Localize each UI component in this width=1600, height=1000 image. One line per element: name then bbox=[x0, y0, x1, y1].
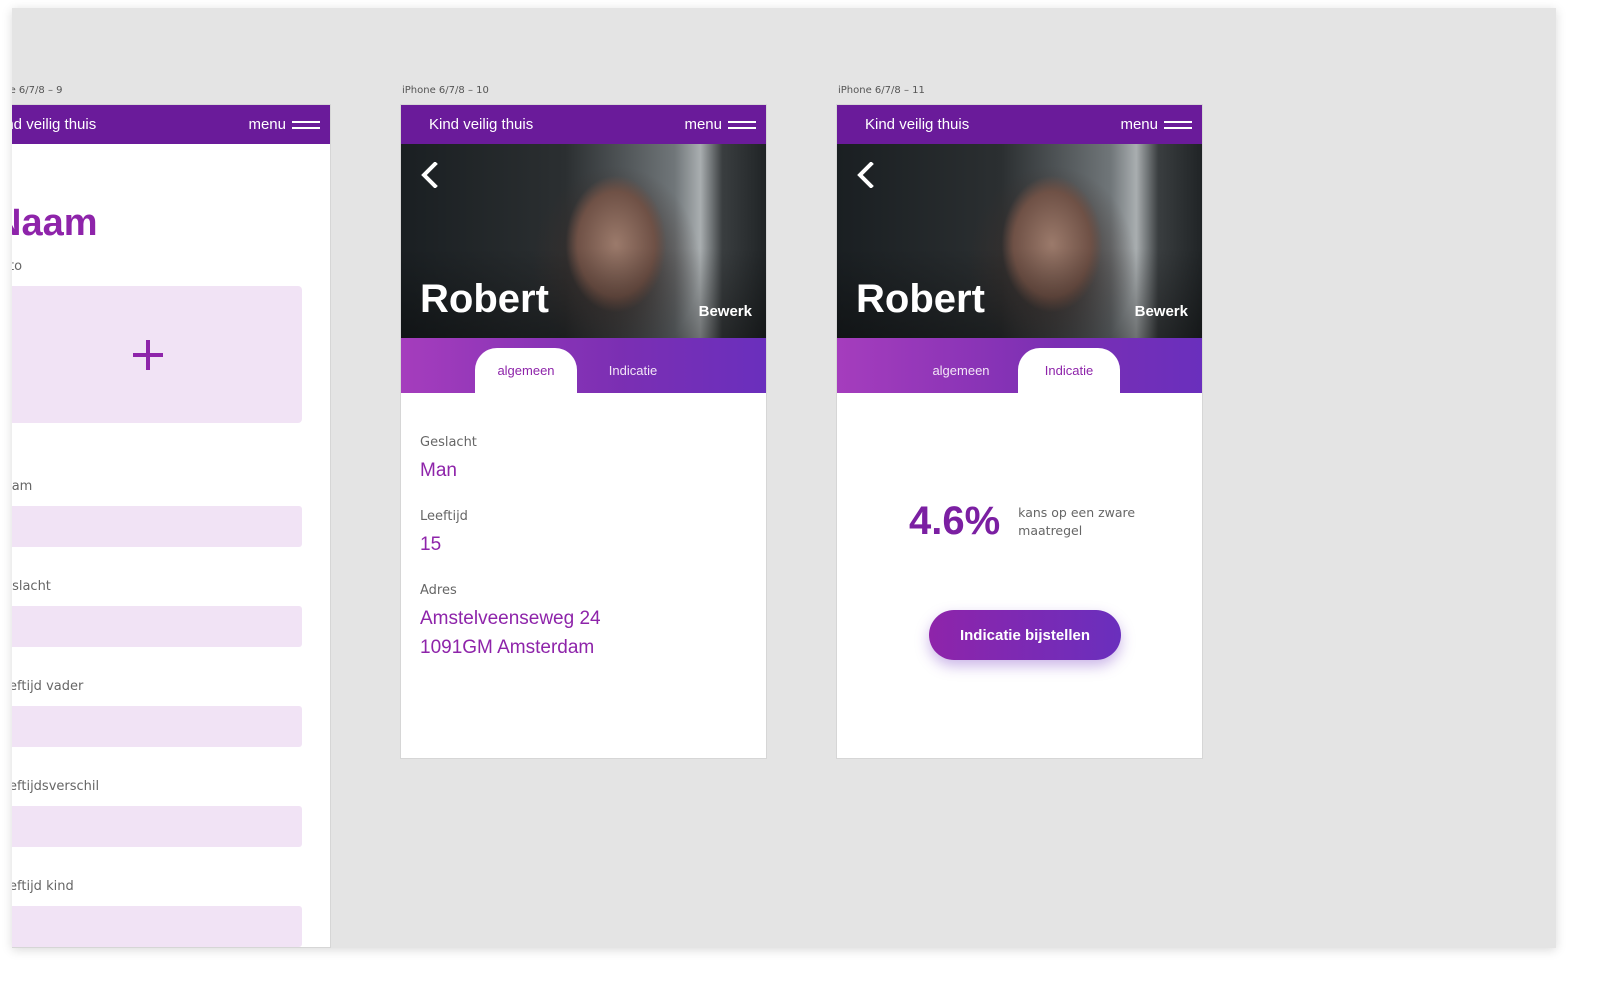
gender-value: Man bbox=[420, 460, 457, 481]
back-chevron-icon[interactable] bbox=[419, 162, 441, 188]
adjust-indication-button[interactable]: Indicatie bijstellen bbox=[929, 610, 1121, 660]
back-chevron-icon[interactable] bbox=[855, 162, 877, 188]
screen-new-child: Kind veilig thuis menu Naam Foto Naam Ge… bbox=[12, 104, 331, 948]
photo-label: Foto bbox=[12, 259, 23, 274]
address-line-2: 1091GM Amsterdam bbox=[420, 637, 595, 658]
risk-description: kans op een zware maatregel bbox=[1018, 504, 1136, 538]
gender-field[interactable] bbox=[12, 606, 302, 647]
menu-label: menu bbox=[248, 116, 286, 133]
tab-indication[interactable]: Indicatie bbox=[582, 348, 684, 393]
father-age-field[interactable] bbox=[12, 706, 302, 747]
field-label-name: Naam bbox=[12, 479, 33, 494]
edit-button[interactable]: Bewerk bbox=[699, 303, 752, 320]
field-label-child-age: Leeftijd kind bbox=[12, 879, 74, 894]
profile-name: Robert bbox=[856, 277, 985, 321]
indication-content: 4.6% kans op een zware maatregel Indicat… bbox=[837, 105, 1202, 758]
child-age-field[interactable] bbox=[12, 906, 302, 947]
edit-button[interactable]: Bewerk bbox=[1135, 303, 1188, 320]
artboard-label-10: iPhone 6/7/8 – 10 bbox=[402, 85, 489, 96]
profile-name: Robert bbox=[420, 277, 549, 321]
risk-percentage: 4.6% bbox=[909, 499, 1001, 543]
age-label: Leeftijd bbox=[420, 509, 468, 524]
address-line-1: Amstelveenseweg 24 bbox=[420, 608, 601, 629]
field-label-father-age: Leeftijd vader bbox=[12, 679, 84, 694]
field-label-gender: Geslacht bbox=[12, 579, 51, 594]
hamburger-icon bbox=[292, 120, 320, 129]
screen-profile-indication: Kind veilig thuis menu Robert Bewerk alg… bbox=[836, 104, 1203, 759]
tab-bar: algemeen Indicatie bbox=[401, 338, 766, 393]
add-photo-button[interactable] bbox=[12, 286, 302, 423]
design-canvas: iPhone 6/7/8 – 9 iPhone 6/7/8 – 10 iPhon… bbox=[12, 8, 1556, 948]
gender-label: Geslacht bbox=[420, 435, 477, 450]
profile-photo: Robert Bewerk bbox=[401, 144, 766, 338]
hamburger-icon bbox=[728, 120, 756, 129]
artboard-label-11: iPhone 6/7/8 – 11 bbox=[838, 85, 925, 96]
menu-button[interactable]: menu bbox=[684, 116, 756, 133]
screen-profile-general: Kind veilig thuis menu Robert Bewerk alg… bbox=[400, 104, 767, 759]
indication-stat: 4.6% kans op een zware maatregel bbox=[909, 499, 1148, 544]
navbar: Kind veilig thuis menu bbox=[12, 105, 330, 144]
address-value: Amstelveenseweg 24 1091GM Amsterdam bbox=[420, 604, 747, 662]
artboard-label-9: iPhone 6/7/8 – 9 bbox=[12, 85, 63, 96]
navbar: Kind veilig thuis menu bbox=[401, 105, 766, 144]
tab-general[interactable]: algemeen bbox=[475, 348, 577, 393]
field-label-age-difference: Leeftijdsverschil bbox=[12, 779, 100, 794]
name-field[interactable] bbox=[12, 506, 302, 547]
new-child-form: Naam Foto Naam Geslacht Leeftijd vader L… bbox=[12, 202, 330, 947]
page-title: Naam bbox=[12, 202, 98, 244]
age-difference-field[interactable] bbox=[12, 806, 302, 847]
menu-label: menu bbox=[684, 116, 722, 133]
address-label: Adres bbox=[420, 583, 457, 598]
age-value: 15 bbox=[420, 534, 442, 555]
profile-details: Geslacht Man Leeftijd 15 Adres Amstelvee… bbox=[401, 393, 766, 662]
app-title: Kind veilig thuis bbox=[12, 116, 97, 133]
plus-icon bbox=[133, 339, 163, 370]
app-title: Kind veilig thuis bbox=[429, 116, 534, 133]
menu-button[interactable]: menu bbox=[248, 116, 320, 133]
